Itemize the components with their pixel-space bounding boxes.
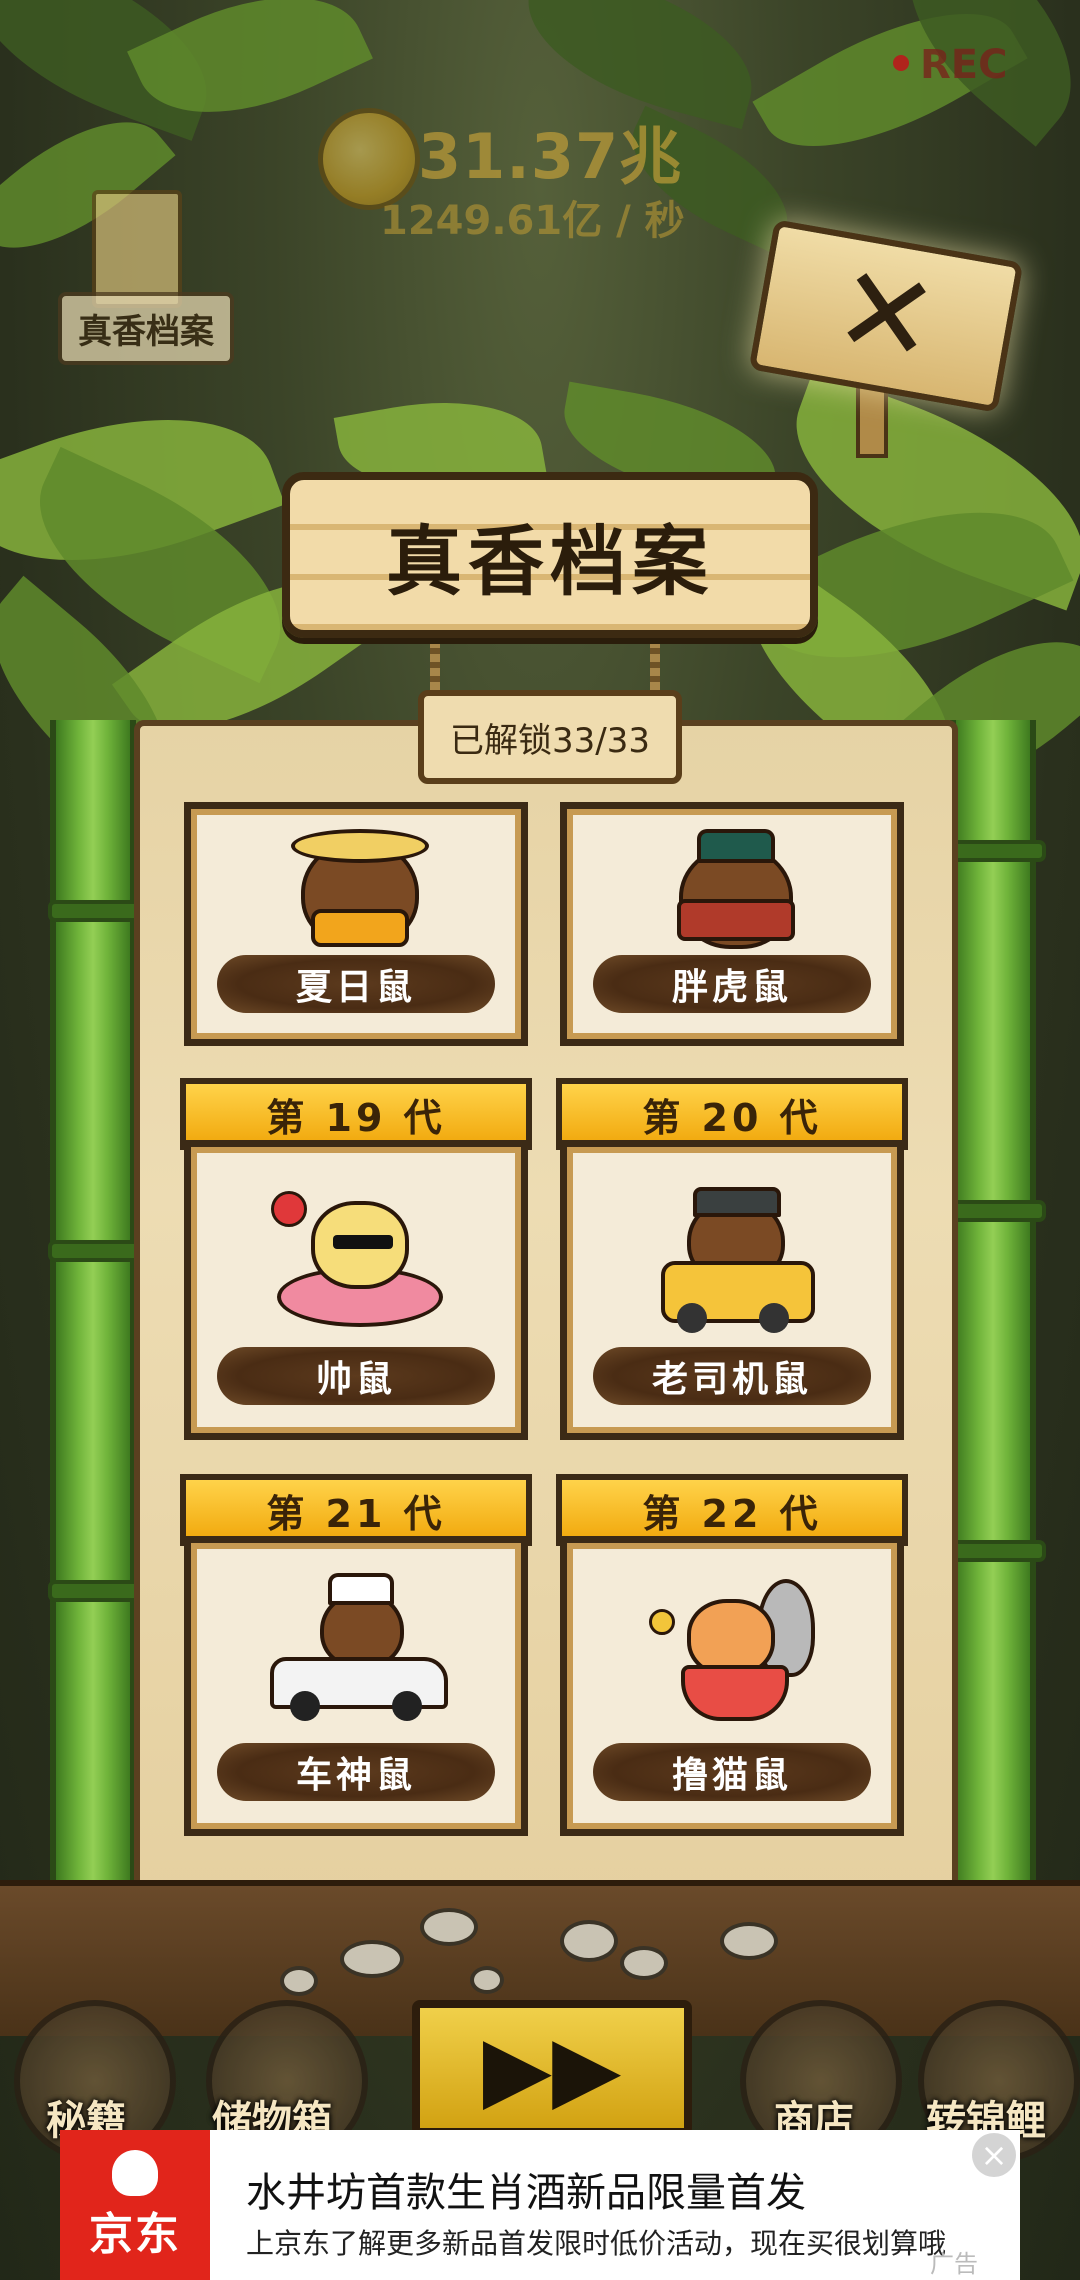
background-archive-label: 真香档案 bbox=[58, 292, 234, 365]
fast-forward-button[interactable]: ▶▶ bbox=[412, 2000, 692, 2136]
card-name: 车神鼠 bbox=[217, 1743, 495, 1801]
archive-card[interactable]: 夏日鼠 bbox=[184, 802, 528, 1046]
archive-card[interactable]: 胖虎鼠 bbox=[560, 802, 904, 1046]
ad-tag: 广告 bbox=[930, 2250, 978, 2278]
card-name: 胖虎鼠 bbox=[593, 955, 871, 1013]
handsome-mouse-image bbox=[271, 1191, 443, 1331]
cat-petting-mouse-image bbox=[647, 1579, 817, 1729]
fat-tiger-mouse-image bbox=[657, 829, 807, 949]
fast-forward-icon: ▶▶ bbox=[482, 2015, 622, 2121]
old-driver-mouse-image bbox=[647, 1187, 817, 1337]
archive-card[interactable]: 撸猫鼠 bbox=[560, 1536, 904, 1836]
coin-rate: 1249.61亿 / 秒 bbox=[380, 198, 685, 244]
recording-indicator: REC bbox=[920, 42, 1008, 88]
coin-amount: 31.37兆 bbox=[418, 120, 683, 193]
racing-god-mouse-image bbox=[266, 1573, 448, 1733]
jd-logo[interactable]: 京东 bbox=[60, 2130, 210, 2280]
ad-brand: 京东 bbox=[89, 2209, 181, 2260]
title-sign: 真香档案 bbox=[282, 472, 818, 638]
bamboo-right bbox=[948, 720, 1046, 1900]
ad-subtitle[interactable]: 上京东了解更多新品首发限时低价活动，现在买很划算哦 bbox=[246, 2222, 946, 2262]
summer-mouse-image bbox=[281, 829, 431, 949]
card-name: 老司机鼠 bbox=[593, 1347, 871, 1405]
ad-title[interactable]: 水井坊首款生肖酒新品限量首发 bbox=[246, 2160, 806, 2218]
card-name: 帅鼠 bbox=[217, 1347, 495, 1405]
bamboo-left bbox=[48, 720, 146, 1900]
close-icon: ✕ bbox=[824, 238, 948, 393]
archive-book-icon bbox=[92, 190, 182, 308]
archive-card[interactable]: 车神鼠 bbox=[184, 1536, 528, 1836]
archive-card[interactable]: 帅鼠 bbox=[184, 1140, 528, 1440]
page-title: 真香档案 bbox=[386, 517, 714, 606]
unlock-status-badge: 已解锁33/33 bbox=[418, 690, 682, 784]
jd-dog-icon bbox=[112, 2150, 158, 2196]
ad-close-icon[interactable]: × bbox=[972, 2133, 1016, 2177]
archive-card[interactable]: 老司机鼠 bbox=[560, 1140, 904, 1440]
card-name: 撸猫鼠 bbox=[593, 1743, 871, 1801]
card-name: 夏日鼠 bbox=[217, 955, 495, 1013]
